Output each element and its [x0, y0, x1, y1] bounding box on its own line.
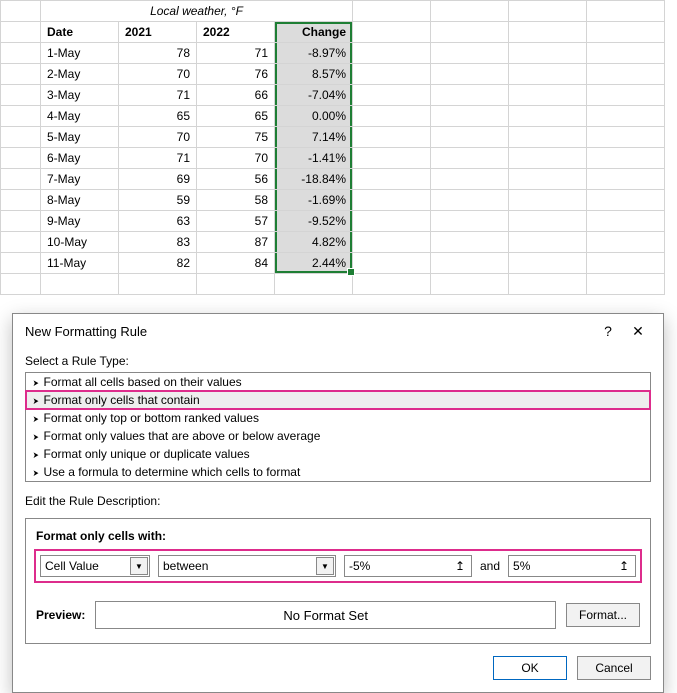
cell-2022[interactable]: 66: [197, 85, 275, 106]
cell-2021[interactable]: 69: [119, 169, 197, 190]
cell-2021[interactable]: 65: [119, 106, 197, 127]
cancel-button[interactable]: Cancel: [577, 656, 651, 680]
cell-change[interactable]: 0.00%: [275, 106, 353, 127]
ok-button[interactable]: OK: [493, 656, 567, 680]
weather-table: Local weather, °F Date 2021 2022 Change …: [0, 0, 665, 295]
table-row[interactable]: 5-May70757.14%: [1, 127, 665, 148]
table-row[interactable]: 10-May83874.82%: [1, 232, 665, 253]
range-selector-icon[interactable]: ↥: [451, 558, 469, 574]
edit-rule-description-label: Edit the Rule Description:: [25, 494, 651, 508]
close-button[interactable]: ✕: [623, 320, 653, 342]
dialog-titlebar[interactable]: New Formatting Rule ? ✕: [13, 314, 663, 348]
rule-description-box: Format only cells with: Cell Value ▼ bet…: [25, 518, 651, 644]
cell-change[interactable]: 2.44%: [275, 253, 353, 274]
and-label: and: [480, 559, 500, 573]
table-row[interactable]: 2-May70768.57%: [1, 64, 665, 85]
cell-2021[interactable]: 70: [119, 64, 197, 85]
table-row[interactable]: 6-May7170-1.41%: [1, 148, 665, 169]
rule-type-item[interactable]: Format only cells that contain: [26, 391, 650, 409]
low-value-input[interactable]: -5% ↥: [344, 555, 472, 577]
cell-date[interactable]: 1-May: [41, 43, 119, 64]
cell-2021[interactable]: 71: [119, 85, 197, 106]
cell-2021[interactable]: 78: [119, 43, 197, 64]
cell-change[interactable]: -8.97%: [275, 43, 353, 64]
table-row[interactable]: 3-May7166-7.04%: [1, 85, 665, 106]
col-2022[interactable]: 2022: [197, 22, 275, 43]
table-row[interactable]: 9-May6357-9.52%: [1, 211, 665, 232]
format-button[interactable]: Format...: [566, 603, 640, 627]
cell-2021[interactable]: 70: [119, 127, 197, 148]
cell-2022[interactable]: 56: [197, 169, 275, 190]
cell-date[interactable]: 3-May: [41, 85, 119, 106]
cell-2022[interactable]: 58: [197, 190, 275, 211]
cell-date[interactable]: 5-May: [41, 127, 119, 148]
cell-date[interactable]: 6-May: [41, 148, 119, 169]
cell-change[interactable]: -1.41%: [275, 148, 353, 169]
cell-date[interactable]: 4-May: [41, 106, 119, 127]
cell-2022[interactable]: 65: [197, 106, 275, 127]
chevron-down-icon[interactable]: ▼: [130, 557, 148, 575]
cell-2021[interactable]: 71: [119, 148, 197, 169]
dialog-title: New Formatting Rule: [25, 324, 593, 339]
cell-value-dropdown[interactable]: Cell Value ▼: [40, 555, 150, 577]
cell-change[interactable]: 8.57%: [275, 64, 353, 85]
col-date[interactable]: Date: [41, 22, 119, 43]
cell-value-dropdown-text: Cell Value: [45, 559, 99, 573]
rule-type-item[interactable]: Format all cells based on their values: [26, 373, 650, 391]
col-2021[interactable]: 2021: [119, 22, 197, 43]
rule-controls: Cell Value ▼ between ▼ -5% ↥ and 5% ↥: [36, 551, 640, 581]
cell-2021[interactable]: 63: [119, 211, 197, 232]
cell-2022[interactable]: 87: [197, 232, 275, 253]
format-only-cells-with-label: Format only cells with:: [36, 529, 640, 543]
cell-change[interactable]: 4.82%: [275, 232, 353, 253]
cell-change[interactable]: -18.84%: [275, 169, 353, 190]
range-selector-icon[interactable]: ↥: [615, 558, 633, 574]
cell-2022[interactable]: 76: [197, 64, 275, 85]
col-change[interactable]: Change: [275, 22, 353, 43]
preview-box: No Format Set: [95, 601, 556, 629]
cell-change[interactable]: -7.04%: [275, 85, 353, 106]
select-rule-type-label: Select a Rule Type:: [25, 354, 651, 368]
rule-type-item[interactable]: Format only unique or duplicate values: [26, 445, 650, 463]
cell-date[interactable]: 2-May: [41, 64, 119, 85]
rule-type-item[interactable]: Use a formula to determine which cells t…: [26, 463, 650, 481]
cell-2021[interactable]: 83: [119, 232, 197, 253]
cell-date[interactable]: 10-May: [41, 232, 119, 253]
help-button[interactable]: ?: [593, 320, 623, 342]
cell-date[interactable]: 8-May: [41, 190, 119, 211]
low-value-text: -5%: [349, 559, 370, 573]
table-row[interactable]: 7-May6956-18.84%: [1, 169, 665, 190]
cell-date[interactable]: 11-May: [41, 253, 119, 274]
cell-change[interactable]: 7.14%: [275, 127, 353, 148]
high-value-input[interactable]: 5% ↥: [508, 555, 636, 577]
table-row[interactable]: 4-May65650.00%: [1, 106, 665, 127]
cell-2022[interactable]: 75: [197, 127, 275, 148]
high-value-text: 5%: [513, 559, 530, 573]
table-row[interactable]: 1-May7871-8.97%: [1, 43, 665, 64]
new-formatting-rule-dialog: New Formatting Rule ? ✕ Select a Rule Ty…: [12, 313, 664, 693]
rule-type-item[interactable]: Format only top or bottom ranked values: [26, 409, 650, 427]
cell-change[interactable]: -9.52%: [275, 211, 353, 232]
cell-date[interactable]: 9-May: [41, 211, 119, 232]
operator-dropdown-text: between: [163, 559, 208, 573]
cell-change[interactable]: -1.69%: [275, 190, 353, 211]
table-row[interactable]: 11-May82842.44%: [1, 253, 665, 274]
cell-2021[interactable]: 82: [119, 253, 197, 274]
cell-2022[interactable]: 84: [197, 253, 275, 274]
preview-label: Preview:: [36, 608, 85, 622]
table-row[interactable]: 8-May5958-1.69%: [1, 190, 665, 211]
table-title: Local weather, °F: [41, 1, 353, 22]
cell-2022[interactable]: 71: [197, 43, 275, 64]
rule-type-list[interactable]: Format all cells based on their valuesFo…: [25, 372, 651, 482]
operator-dropdown[interactable]: between ▼: [158, 555, 336, 577]
cell-2021[interactable]: 59: [119, 190, 197, 211]
chevron-down-icon[interactable]: ▼: [316, 557, 334, 575]
rule-type-item[interactable]: Format only values that are above or bel…: [26, 427, 650, 445]
cell-2022[interactable]: 70: [197, 148, 275, 169]
cell-date[interactable]: 7-May: [41, 169, 119, 190]
cell-2022[interactable]: 57: [197, 211, 275, 232]
